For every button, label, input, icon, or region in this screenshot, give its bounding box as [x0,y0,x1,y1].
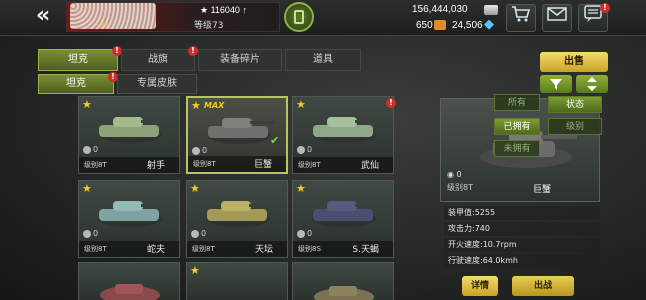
max-label: MAX [204,101,225,110]
filter-option-owned[interactable]: 已拥有 [494,118,540,135]
sort-option-status[interactable]: 状态 [548,96,602,113]
fuel-icon [434,20,446,30]
gem-count: 24,506 [452,20,483,31]
mail-icon[interactable] [542,4,572,32]
tank-card-partial[interactable] [292,262,394,300]
tank-card[interactable]: ★ 0 级别8T 武仙 [292,96,394,174]
star-points: ★ 116040 ↑ [200,5,247,15]
tank-card-partial[interactable] [78,262,180,300]
tank-level: 级别8T [193,160,216,168]
tank-card[interactable]: ★ 0 级别8S S.天蝎 [292,180,394,258]
tab-tanks[interactable]: 坦克 [38,49,118,71]
double-chevron-left-icon[interactable]: « [36,5,64,28]
gem-icon: ◆ [484,17,494,32]
star-icon: ★ [82,182,92,195]
tab-label: 战旗 [148,54,168,65]
qty-value: 0 [202,146,208,155]
tank-level: 级别8T [84,245,107,253]
stat-speed: 行驶速度:64.0kmh [444,254,600,268]
preview-qty-value: 0 [456,170,462,179]
tank-card[interactable]: ★ 0 级别8T 天坛 [186,180,288,258]
star-icon: ★ [191,99,201,112]
tank-level: 级别8T [298,161,321,169]
chat-notification-badge: ! [600,3,610,13]
stat-attack: 攻击力:740 [444,222,600,236]
tank-card[interactable]: ★ MAX 0 级别8T 巨蟹 ✔ [186,96,288,174]
filter-dropdown: 所有 已拥有 未拥有 状态 级别 [494,94,602,160]
tank-image [312,201,379,227]
qty-value: 0 [307,145,313,154]
checkmark-icon: ✔ [270,134,280,147]
star-icon: ★ [190,182,200,195]
star-icon: ★ [82,98,92,111]
preview-level: 级别8T [447,183,473,192]
sort-option-level[interactable]: 级别 [548,118,602,135]
tank-new-badge: ! [386,98,396,108]
tank-quantity: 0 [297,145,312,154]
avatar [70,3,156,29]
subtab-exclusive-skins[interactable]: 专属皮肤 [117,74,197,94]
stat-armor: 装甲值:5255 [444,206,600,220]
tab-label: 装备碎片 [220,54,260,65]
qty-value: 0 [93,229,99,238]
sort-icon[interactable] [576,75,608,93]
tank-image [207,118,274,144]
subtab-label: 专属皮肤 [137,78,177,89]
preview-quantity: ◉ 0 [447,170,462,179]
tank-name: 武仙 [360,161,379,171]
level-badge-icon[interactable] [284,2,314,32]
tank-image [98,201,165,227]
star-icon: ★ [296,182,306,195]
filter-option-unowned[interactable]: 未拥有 [494,140,540,157]
subtab-label: 坦克 [66,78,86,89]
details-button[interactable]: 详情 [462,276,498,296]
tank-image [206,201,273,227]
tab-flags[interactable]: 战旗 [121,49,195,71]
tank-quantity: 0 [297,229,312,238]
tank-image [312,117,379,143]
preview-tank-name: 巨蟹 [533,185,552,195]
tank-name: 射手 [146,161,165,171]
cart-icon[interactable] [506,4,536,32]
qty-value: 0 [201,229,207,238]
tank-name: 巨蟹 [253,160,272,170]
tank-name: 天坛 [254,245,273,255]
player-level-prefix: 38 [100,21,109,29]
star-icon: ★ [296,98,306,111]
top-bar: « 38 ★ 116040 ↑ 等级73 156,444,030 650 24,… [0,0,646,36]
tank-card[interactable]: ★ 0 级别8T 蛇夫 [78,180,180,258]
tab-label: 坦克 [68,54,88,65]
tank-card-partial[interactable]: ★ [186,262,288,300]
tab-label: 道具 [313,54,333,65]
tank-name: S.天蝎 [352,245,379,255]
tab-items[interactable]: 道具 [285,49,361,71]
battle-button[interactable]: 出战 [512,276,574,296]
filter-icon[interactable] [540,75,572,93]
tank-quantity: 0 [192,146,207,155]
sell-button[interactable]: 出售 [540,52,608,72]
tank-name: 蛇夫 [146,245,165,255]
subtab-tanks[interactable]: 坦克 [38,74,114,94]
stat-fire-rate: 开火速度:10.7rpm [444,238,600,252]
tank-image [98,117,165,143]
filter-option-all[interactable]: 所有 [494,94,540,111]
qty-value: 0 [307,229,313,238]
star-points-value: 116040 [210,5,240,15]
coin-count: 156,444,030 [412,4,468,15]
fuel-count: 650 [416,20,433,31]
qty-value: 0 [93,145,99,154]
coin-icon [484,5,498,15]
tank-level: 级别8T [192,245,215,253]
tab-equipment-fragments[interactable]: 装备碎片 [198,49,282,71]
tank-level: 级别8S [298,245,321,253]
tank-card[interactable]: ★ 0 级别8T 射手 [78,96,180,174]
star-icon: ★ [190,264,200,277]
player-level-label: 等级73 [194,21,224,31]
tab-flags-badge: ! [188,46,198,56]
tank-level: 级别8T [84,161,107,169]
tank-quantity: 0 [83,145,98,154]
tank-quantity: 0 [83,229,98,238]
tank-quantity: 0 [191,229,206,238]
